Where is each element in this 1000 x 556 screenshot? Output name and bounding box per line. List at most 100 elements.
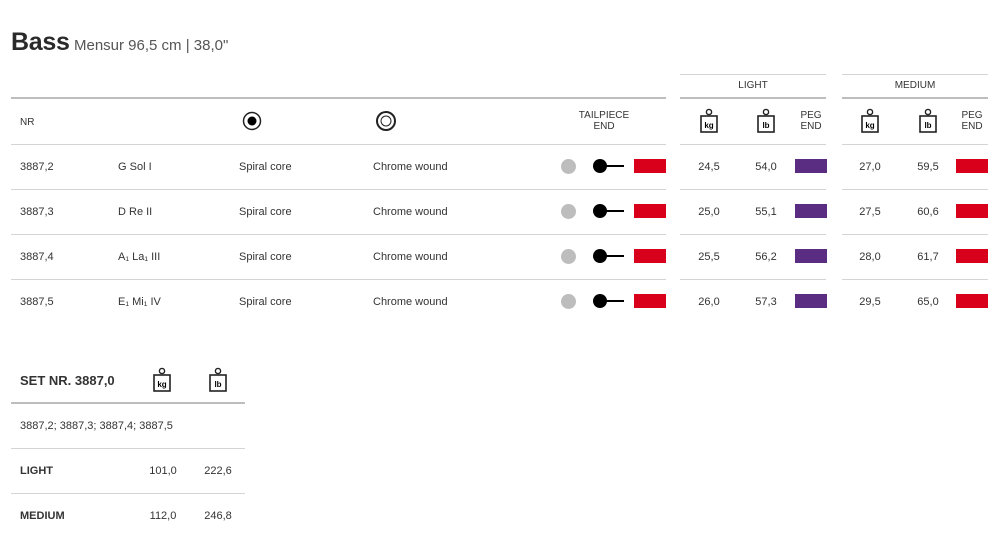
set-header-line [11, 402, 245, 404]
row-nr: 3887,5 [20, 296, 54, 308]
ball-end-icon [592, 248, 626, 264]
grey-dot-icon [561, 249, 576, 264]
row-divider [842, 234, 988, 235]
row-divider [680, 189, 826, 190]
set-unit-lb: lb [214, 380, 221, 389]
row-light-lb: 54,0 [755, 161, 777, 173]
peg-light-color-swatch [795, 159, 827, 173]
weight-kg-label: kg [704, 121, 713, 130]
set-row-medium-kg: 112,0 [149, 510, 177, 522]
row-winding: Chrome wound [373, 251, 448, 263]
row-nr: 3887,3 [20, 206, 54, 218]
peg-light-line2: END [800, 121, 822, 132]
header-line-medium [842, 97, 988, 99]
set-row-medium-label: MEDIUM [20, 510, 65, 522]
peg-medium-color-swatch [956, 204, 988, 218]
row-medium-lb: 59,5 [917, 161, 939, 173]
row-winding: Chrome wound [373, 296, 448, 308]
row-light-kg: 24,5 [698, 161, 720, 173]
set-row-light-lb: 222,6 [204, 465, 232, 477]
weight-kg-label: kg [865, 121, 874, 130]
tailpiece-color-swatch [634, 204, 666, 218]
column-header-nr: NR [20, 117, 35, 128]
peg-light-color-swatch [795, 294, 827, 308]
row-medium-kg: 27,5 [859, 206, 881, 218]
row-medium-lb: 61,7 [917, 251, 939, 263]
ball-end-svg [593, 294, 624, 308]
row-divider [680, 279, 826, 280]
row-note: D Re II [118, 206, 153, 218]
set-row-light-kg: 101,0 [149, 465, 177, 477]
set-divider [11, 493, 245, 494]
row-light-kg: 25,0 [698, 206, 720, 218]
tailpiece-color-swatch [634, 159, 666, 173]
header-line-main [11, 97, 666, 99]
row-core: Spiral core [239, 206, 292, 218]
column-header-peg-medium: PEG END [956, 110, 988, 132]
weight-kg-icon: kg [861, 108, 879, 133]
peg-medium-line2: END [961, 121, 983, 132]
peg-light-color-swatch [795, 204, 827, 218]
group-header-medium: MEDIUM [894, 80, 936, 91]
row-medium-kg: 28,0 [859, 251, 881, 263]
grey-dot-icon [561, 159, 576, 174]
row-light-kg: 26,0 [698, 296, 720, 308]
weight-kg-icon: kg [153, 367, 171, 392]
ball-end-svg [593, 204, 624, 218]
row-light-lb: 56,2 [755, 251, 777, 263]
row-light-lb: 55,1 [755, 206, 777, 218]
column-header-tailpiece: TAILPIECE END [567, 110, 641, 132]
row-medium-kg: 29,5 [859, 296, 881, 308]
peg-medium-color-swatch [956, 159, 988, 173]
peg-light-color-swatch [795, 249, 827, 263]
page-subtitle: Mensur 96,5 cm | 38,0" [74, 37, 229, 54]
weight-kg-icon: kg [700, 108, 718, 133]
row-nr: 3887,4 [20, 251, 54, 263]
weight-lb-icon: lb [209, 367, 227, 392]
row-core: Spiral core [239, 296, 292, 308]
group-divider-medium [842, 74, 988, 75]
row-medium-lb: 65,0 [917, 296, 939, 308]
row-light-kg: 25,5 [698, 251, 720, 263]
row-note: G Sol I [118, 161, 152, 173]
grey-dot-icon [561, 204, 576, 219]
header-line-light [680, 97, 826, 99]
grey-dot-icon [561, 294, 576, 309]
row-divider [842, 279, 988, 280]
ball-end-svg [593, 249, 624, 263]
peg-light-line1: PEG [800, 110, 822, 121]
row-note: A₁ La₁ III [118, 251, 161, 263]
row-divider [11, 234, 666, 235]
ring-icon [376, 111, 396, 131]
page-title: Bass [11, 28, 70, 56]
set-unit-kg: kg [157, 380, 166, 389]
weight-lb-icon: lb [919, 108, 937, 133]
column-header-peg-light: PEG END [795, 110, 827, 132]
row-divider [11, 144, 666, 145]
group-divider-light [680, 74, 826, 75]
row-light-lb: 57,3 [755, 296, 777, 308]
filled-circle-icon [242, 111, 262, 131]
weight-lb-label: lb [924, 121, 931, 130]
set-divider [11, 448, 245, 449]
row-medium-kg: 27,0 [859, 161, 881, 173]
ball-end-icon [592, 293, 626, 309]
tailpiece-color-swatch [634, 294, 666, 308]
group-header-light: LIGHT [738, 80, 768, 91]
row-nr: 3887,2 [20, 161, 54, 173]
weight-lb-label: lb [762, 121, 769, 130]
tailpiece-color-swatch [634, 249, 666, 263]
row-note: E₁ Mi₁ IV [118, 296, 161, 308]
ball-end-icon [592, 203, 626, 219]
set-row-medium-lb: 246,8 [204, 510, 232, 522]
row-core: Spiral core [239, 251, 292, 263]
weight-lb-icon: lb [757, 108, 775, 133]
ball-end-icon [592, 158, 626, 174]
row-divider [842, 144, 988, 145]
row-divider [11, 279, 666, 280]
row-core: Spiral core [239, 161, 292, 173]
row-divider [842, 189, 988, 190]
column-header-tailpiece-line2: END [593, 121, 615, 132]
peg-medium-color-swatch [956, 294, 988, 308]
set-row-light-label: LIGHT [20, 465, 53, 477]
